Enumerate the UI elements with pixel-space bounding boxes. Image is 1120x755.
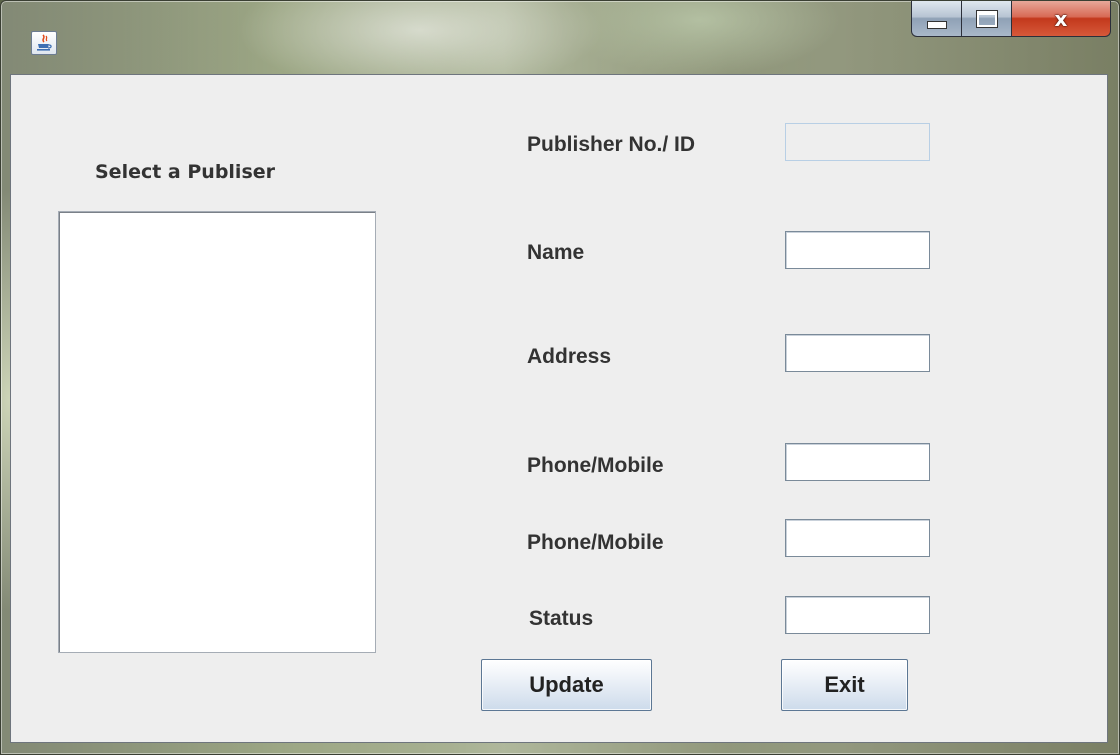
client-area: Select a Publiser Publisher No./ ID Name… (10, 74, 1108, 743)
minimize-icon (926, 20, 947, 29)
caption-buttons: x (911, 1, 1111, 37)
phone-mobile-field-1[interactable] (785, 443, 930, 481)
phone-mobile-field-2[interactable] (785, 519, 930, 557)
maximize-icon (975, 9, 998, 28)
address-label: Address (527, 345, 612, 368)
close-icon: x (1054, 6, 1068, 31)
publisher-id-field (785, 123, 930, 161)
java-cup-icon[interactable] (31, 31, 57, 55)
publisher-id-label: Publisher No./ ID (527, 133, 696, 156)
update-button[interactable]: Update (481, 659, 652, 711)
close-button[interactable]: x (1011, 1, 1111, 37)
title-bar[interactable]: x (1, 1, 1119, 71)
name-label: Name (527, 241, 585, 264)
exit-button[interactable]: Exit (781, 659, 908, 711)
address-field[interactable] (785, 334, 930, 372)
status-label: Status (529, 607, 594, 630)
publisher-list[interactable] (58, 211, 376, 653)
status-field[interactable] (785, 596, 930, 634)
maximize-button[interactable] (961, 1, 1011, 37)
minimize-button[interactable] (911, 1, 961, 37)
phone-mobile-label-1: Phone/Mobile (527, 454, 664, 477)
name-field[interactable] (785, 231, 930, 269)
phone-mobile-label-2: Phone/Mobile (527, 531, 664, 554)
publisher-list-title: Select a Publiser (95, 161, 276, 183)
